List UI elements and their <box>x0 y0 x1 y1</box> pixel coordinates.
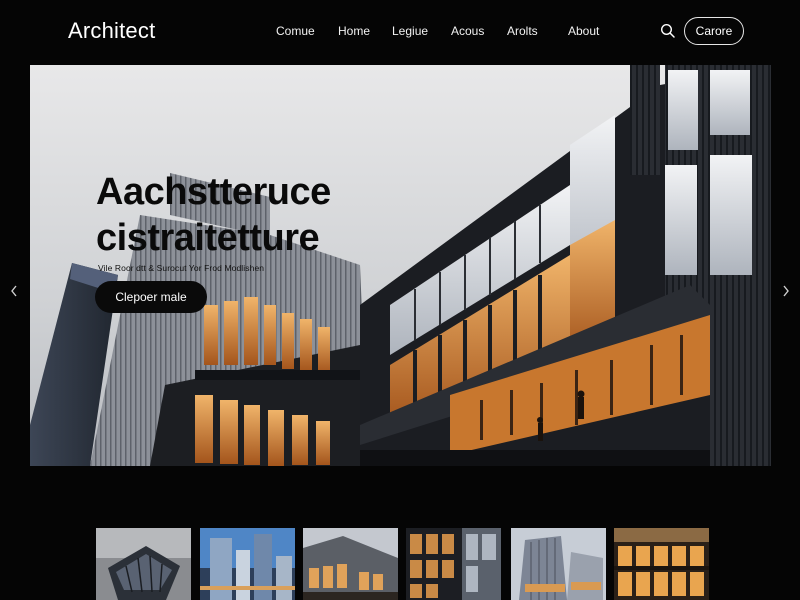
building-thumbnail-5[interactable] <box>511 528 606 600</box>
building-thumbnail-4[interactable] <box>406 528 501 600</box>
search-icon[interactable] <box>660 23 676 39</box>
building-thumbnail-2[interactable] <box>200 528 295 600</box>
nav-item-home[interactable]: Home <box>338 24 370 38</box>
hero-subtitle: Vile Roor dtt & Surocut Yor Frod Modlish… <box>98 263 265 273</box>
building-thumbnail-1[interactable] <box>96 528 191 600</box>
nav-item-about[interactable]: About <box>568 24 599 38</box>
site-header: Architect Comue Home Legiue Acous Arolts… <box>0 0 800 62</box>
hero-title-line-2: cistraitetture <box>96 217 320 259</box>
main-nav: Comue Home Legiue Acous Arolts About <box>0 24 800 40</box>
building-thumbnail-3[interactable] <box>303 528 398 600</box>
building-thumbnail-6[interactable] <box>614 528 709 600</box>
hero-cta-button[interactable]: Clepoer male <box>95 281 207 313</box>
chevron-right-icon[interactable] <box>779 283 793 299</box>
thumbnail-strip <box>0 528 800 600</box>
header-cta-button[interactable]: Carore <box>684 17 744 45</box>
hero-banner: Aachstteruce cistraitetture Vile Roor dt… <box>30 65 771 466</box>
hero-title: Aachstteruce cistraitetture <box>96 169 456 261</box>
nav-item-arolts[interactable]: Arolts <box>507 24 538 38</box>
nav-item-legiue[interactable]: Legiue <box>392 24 428 38</box>
nav-item-comue[interactable]: Comue <box>276 24 315 38</box>
hero-title-line-1: Aachstteruce <box>96 171 331 213</box>
nav-item-acous[interactable]: Acous <box>451 24 484 38</box>
chevron-left-icon[interactable] <box>7 283 21 299</box>
